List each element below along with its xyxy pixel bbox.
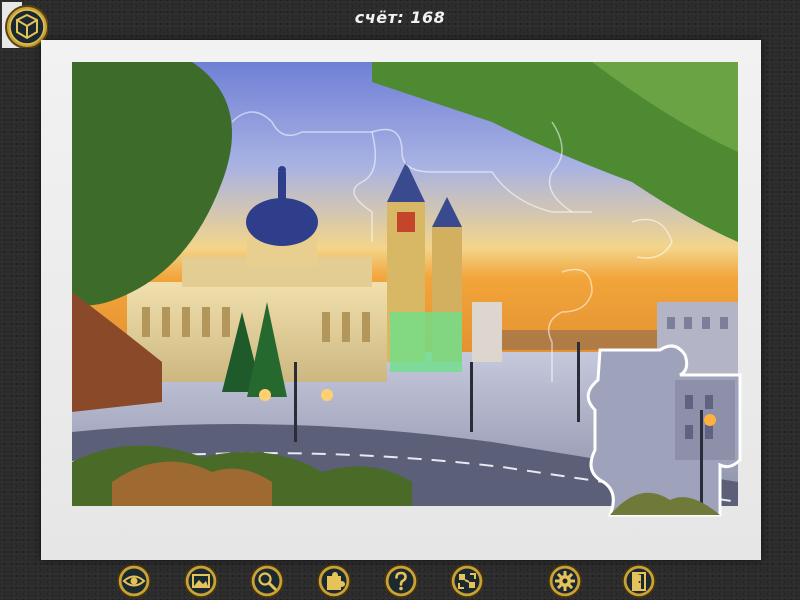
puzzle-piece-icon	[317, 564, 351, 598]
piece-button[interactable]	[317, 564, 351, 598]
pieces-sort-icon	[450, 564, 484, 598]
settings-button[interactable]	[548, 564, 582, 598]
puzzle-piece-shape	[586, 344, 742, 517]
exit-door-icon	[622, 564, 656, 598]
picture-button[interactable]	[184, 564, 218, 598]
sort-pieces-button[interactable]	[450, 564, 484, 598]
magnifier-icon	[250, 564, 284, 598]
score-label: счёт:	[354, 8, 405, 27]
loose-puzzle-piece[interactable]	[580, 340, 750, 520]
score-value: 168	[410, 8, 446, 27]
exit-button[interactable]	[622, 564, 656, 598]
help-button[interactable]	[384, 564, 418, 598]
magnifier-button[interactable]	[250, 564, 284, 598]
eye-button[interactable]	[117, 564, 151, 598]
eye-icon	[117, 564, 151, 598]
picture-icon	[184, 564, 218, 598]
toolbar	[0, 562, 800, 600]
score-display: счёт: 168	[0, 8, 800, 27]
settings-gear-icon	[548, 564, 582, 598]
question-icon	[384, 564, 418, 598]
